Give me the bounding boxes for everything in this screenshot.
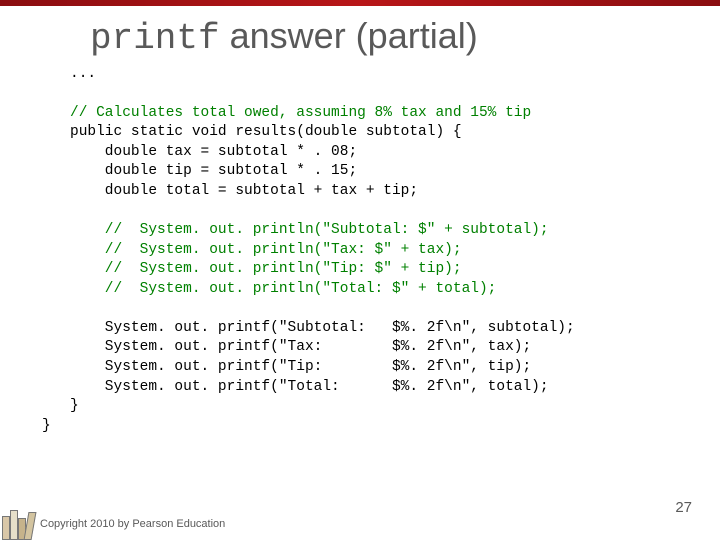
code-line: System. out. printf("Total: $%. 2f\n", t… [70,379,549,395]
code-comment: // Calculates total owed, assuming 8% ta… [70,105,531,121]
code-line: System. out. printf("Tip: $%. 2f\n", tip… [70,359,531,375]
slide-body: printf answer (partial) ... // Calculate… [0,6,720,540]
code-line: double total = subtotal + tax + tip; [70,183,418,199]
code-line: double tip = subtotal * . 15; [70,163,357,179]
code-line: public static void results(double subtot… [70,124,462,140]
code-comment: // System. out. println("Total: $" + tot… [70,281,496,297]
closing-brace: } [42,417,680,437]
code-line: double tax = subtotal * . 08; [70,144,357,160]
title-rest: answer (partial) [220,15,478,56]
code-block: ... // Calculates total owed, assuming 8… [70,65,680,417]
code-comment: // System. out. println("Tax: $" + tax); [70,242,462,258]
code-line: ... [70,66,96,82]
slide-title: printf answer (partial) [90,16,680,59]
copyright-footer: Copyright 2010 by Pearson Education [40,518,225,530]
code-comment: // System. out. println("Subtotal: $" + … [70,222,549,238]
books-icon [0,504,36,540]
code-comment: // System. out. println("Tip: $" + tip); [70,261,462,277]
code-line: System. out. printf("Tax: $%. 2f\n", tax… [70,339,531,355]
code-area: ... // Calculates total owed, assuming 8… [70,65,680,437]
title-mono: printf [90,18,220,59]
code-line: } [70,398,79,414]
page-number: 27 [675,499,692,516]
code-line: System. out. printf("Subtotal: $%. 2f\n"… [70,320,575,336]
